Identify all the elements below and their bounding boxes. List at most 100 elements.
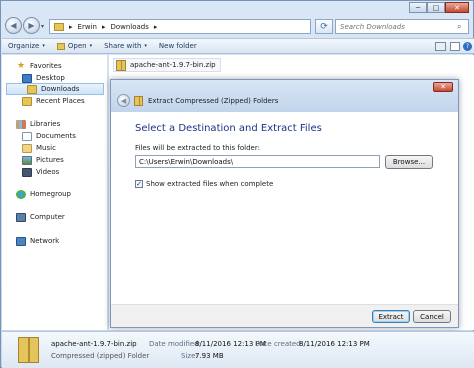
dialog-header: ✕ ◀ Extract Compressed (Zipped) Folders xyxy=(111,80,458,112)
show-files-checkbox[interactable]: ✓ xyxy=(135,180,143,188)
browse-button[interactable]: Browse... xyxy=(385,155,433,169)
chevron-down-icon: ▾ xyxy=(89,43,93,49)
navigation-pane: ★ Favorites Desktop Downloads Recent Pla… xyxy=(2,55,108,330)
nav-downloads[interactable]: Downloads xyxy=(6,83,104,95)
crumb-separator: ▸ xyxy=(101,22,106,31)
nav-documents[interactable]: Documents xyxy=(22,130,76,142)
change-view-icon[interactable] xyxy=(435,42,446,51)
file-name: apache-ant-1.9.7-bin.zip xyxy=(130,61,216,69)
date-created-value: 8/11/2016 12:13 PM xyxy=(299,340,370,348)
nav-label: Recent Places xyxy=(36,97,85,105)
computer-icon xyxy=(16,212,26,222)
dialog-title: Extract Compressed (Zipped) Folders xyxy=(148,97,279,105)
search-input[interactable] xyxy=(335,19,469,34)
refresh-button[interactable]: ⟳ xyxy=(315,19,333,34)
zip-file-icon xyxy=(116,59,126,71)
zip-folder-icon xyxy=(134,96,143,106)
nav-network[interactable]: Network xyxy=(16,235,59,247)
destination-path-input[interactable] xyxy=(135,155,380,168)
details-pane: apache-ant-1.9.7-bin.zip Compressed (zip… xyxy=(2,331,474,368)
desktop-icon xyxy=(22,73,32,83)
dialog-footer: Extract Cancel xyxy=(111,304,458,327)
details-file-type: Compressed (zipped) Folder xyxy=(51,352,150,360)
extract-dialog: ✕ ◀ Extract Compressed (Zipped) Folders … xyxy=(110,79,459,328)
extract-button[interactable]: Extract xyxy=(372,310,410,323)
organize-label: Organize xyxy=(8,42,40,50)
command-bar: Organize ▾ Open ▾ Share with ▾ New folde… xyxy=(2,38,474,54)
back-button[interactable]: ◀ xyxy=(5,17,22,34)
date-modified-label: Date modified: xyxy=(149,340,201,348)
nav-computer[interactable]: Computer xyxy=(16,211,65,223)
nav-recent-places[interactable]: Recent Places xyxy=(22,95,85,107)
address-row: ◀ ▶ ▾ ▸ Erwin ▸ Downloads ▸ ⟳ ⌕ xyxy=(1,15,474,37)
star-icon: ★ xyxy=(16,61,26,71)
nav-music[interactable]: Music xyxy=(22,142,56,154)
nav-label: Pictures xyxy=(36,156,64,164)
downloads-folder-icon xyxy=(27,84,37,94)
nav-homegroup[interactable]: Homegroup xyxy=(16,188,71,200)
nav-label: Documents xyxy=(36,132,76,140)
date-created-label: Date created: xyxy=(255,340,303,348)
destination-label: Files will be extracted to this folder: xyxy=(135,144,260,152)
pictures-icon xyxy=(22,155,32,165)
open-label: Open xyxy=(67,42,87,50)
preview-pane-icon[interactable] xyxy=(450,42,460,51)
nav-favorites[interactable]: ★ Favorites xyxy=(16,60,62,72)
dialog-back-button[interactable]: ◀ xyxy=(117,94,130,107)
minimize-button[interactable]: ─ xyxy=(409,2,427,13)
network-icon xyxy=(16,236,26,246)
forward-button[interactable]: ▶ xyxy=(23,17,40,34)
share-with-button[interactable]: Share with ▾ xyxy=(98,39,153,53)
chevron-down-icon: ▾ xyxy=(42,43,45,49)
recent-places-icon xyxy=(22,96,32,106)
nav-libraries[interactable]: Libraries xyxy=(16,118,60,130)
new-folder-label: New folder xyxy=(158,42,197,50)
caption-buttons: ─ □ ✕ xyxy=(409,2,469,13)
close-button[interactable]: ✕ xyxy=(445,2,469,13)
nav-label: Computer xyxy=(30,213,65,221)
open-button[interactable]: Open ▾ xyxy=(51,39,98,53)
open-icon xyxy=(56,42,65,50)
nav-pictures[interactable]: Pictures xyxy=(22,154,64,166)
crumb-separator: ▸ xyxy=(153,22,158,31)
nav-label: Homegroup xyxy=(30,190,72,198)
back-arrow-icon: ◀ xyxy=(120,96,127,105)
address-bar[interactable]: ▸ Erwin ▸ Downloads ▸ xyxy=(49,19,311,34)
back-arrow-icon: ◀ xyxy=(10,21,17,30)
nav-label: Music xyxy=(36,144,56,152)
nav-label: Libraries xyxy=(30,120,61,128)
cancel-button[interactable]: Cancel xyxy=(413,310,451,323)
breadcrumb-downloads[interactable]: Downloads xyxy=(110,23,148,31)
show-files-option[interactable]: ✓ Show extracted files when complete xyxy=(135,180,273,188)
search-icon: ⌕ xyxy=(457,22,462,31)
homegroup-icon xyxy=(16,189,26,199)
size-value: 7.93 MB xyxy=(195,352,224,360)
music-icon xyxy=(22,143,32,153)
maximize-button[interactable]: □ xyxy=(427,2,445,13)
refresh-icon: ⟳ xyxy=(320,21,328,32)
breadcrumb-erwin[interactable]: Erwin xyxy=(78,23,97,31)
dialog-close-button[interactable]: ✕ xyxy=(433,82,453,92)
zip-file-icon xyxy=(18,337,39,363)
help-icon[interactable]: ? xyxy=(463,42,472,51)
organize-button[interactable]: Organize ▾ xyxy=(2,39,51,53)
folder-icon xyxy=(54,22,64,31)
nav-label: Videos xyxy=(36,168,60,176)
crumb-separator: ▸ xyxy=(69,22,73,31)
dialog-heading: Select a Destination and Extract Files xyxy=(135,123,322,134)
recent-pages-dropdown[interactable]: ▾ xyxy=(41,23,44,30)
nav-label: Downloads xyxy=(41,85,80,93)
libraries-icon xyxy=(16,119,26,129)
nav-label: Favorites xyxy=(30,62,62,70)
forward-arrow-icon: ▶ xyxy=(28,21,35,30)
file-item[interactable]: apache-ant-1.9.7-bin.zip xyxy=(113,58,221,72)
videos-icon xyxy=(22,167,32,177)
nav-label: Network xyxy=(30,237,60,245)
details-file-name: apache-ant-1.9.7-bin.zip xyxy=(51,340,137,348)
nav-videos[interactable]: Videos xyxy=(22,166,59,178)
dialog-body: Select a Destination and Extract Files F… xyxy=(111,112,458,304)
documents-icon xyxy=(22,131,32,141)
nav-label: Desktop xyxy=(36,74,65,82)
explorer-window: ─ □ ✕ ◀ ▶ ▾ ▸ Erwin ▸ Downloads ▸ ⟳ ⌕ Or… xyxy=(0,0,474,368)
new-folder-button[interactable]: New folder xyxy=(153,39,203,53)
